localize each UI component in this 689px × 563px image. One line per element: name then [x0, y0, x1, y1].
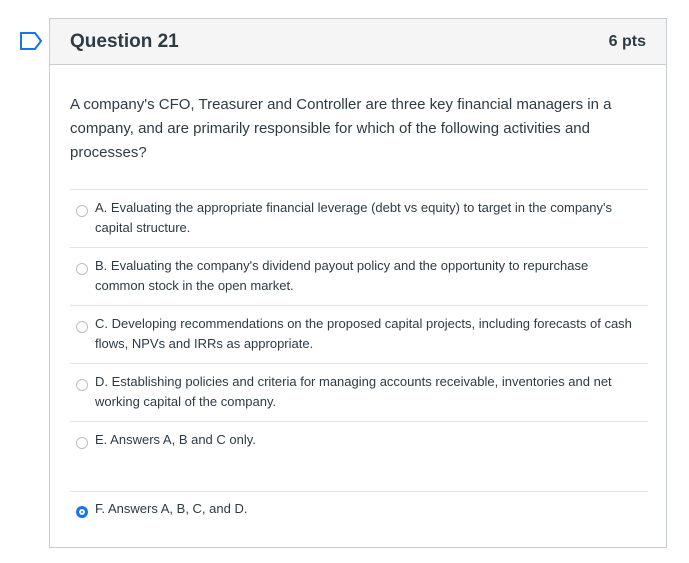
answer-label: A. Evaluating the appropriate financial … — [95, 200, 613, 235]
radio-button-selected-icon[interactable] — [76, 506, 88, 518]
answer-label: C. Developing recommendations on the pro… — [95, 316, 632, 351]
question-header: Question 21 6 pts — [50, 19, 666, 65]
radio-button-icon[interactable] — [76, 205, 88, 217]
answer-option-a[interactable]: A. Evaluating the appropriate financial … — [70, 189, 648, 247]
answer-option-b[interactable]: B. Evaluating the company's dividend pay… — [70, 247, 648, 305]
answer-label: B. Evaluating the company's dividend pay… — [95, 258, 589, 293]
answer-label: D. Establishing policies and criteria fo… — [95, 374, 612, 409]
answer-option-c[interactable]: C. Developing recommendations on the pro… — [70, 305, 648, 363]
radio-button-icon[interactable] — [76, 437, 88, 449]
answer-option-e[interactable]: E. Answers A, B and C only. — [70, 421, 648, 491]
bookmark-flag-icon[interactable] — [19, 32, 43, 50]
question-card: Question 21 6 pts A company's CFO, Treas… — [49, 18, 667, 548]
radio-button-icon[interactable] — [76, 379, 88, 391]
question-text: A company's CFO, Treasurer and Controlle… — [70, 96, 612, 161]
answer-label: E. Answers A, B and C only. — [95, 432, 256, 447]
answer-list: A. Evaluating the appropriate financial … — [70, 189, 648, 541]
question-title: Question 21 — [70, 30, 179, 52]
radio-button-icon[interactable] — [76, 263, 88, 275]
radio-button-icon[interactable] — [76, 321, 88, 333]
answer-option-f[interactable]: F. Answers A, B, C, and D. — [70, 491, 648, 541]
answer-label: F. Answers A, B, C, and D. — [95, 501, 248, 516]
question-points: 6 pts — [608, 32, 646, 50]
answer-option-d[interactable]: D. Establishing policies and criteria fo… — [70, 363, 648, 421]
